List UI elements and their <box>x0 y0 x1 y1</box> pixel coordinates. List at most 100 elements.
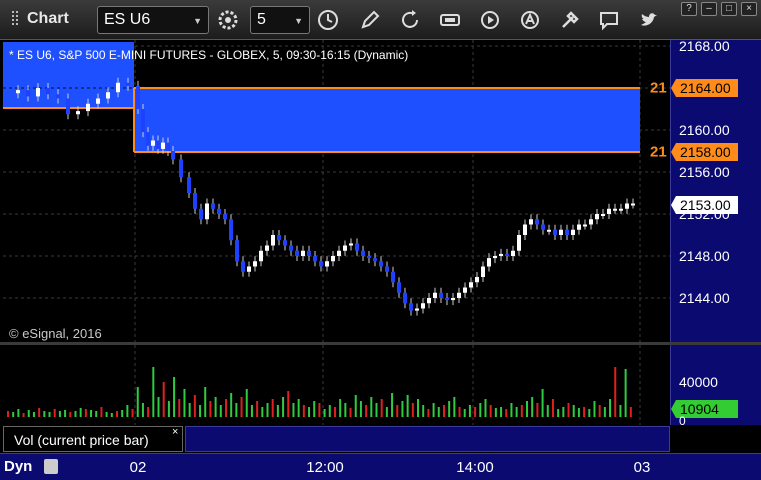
toolbar: Chart ES U6 ▼ 5 ▼ ? – □ × <box>0 0 761 40</box>
get-icon[interactable] <box>438 8 462 32</box>
clock-icon[interactable] <box>316 8 340 32</box>
candle-body <box>331 256 335 262</box>
maximize-button[interactable]: □ <box>721 2 737 16</box>
candle-body <box>595 214 599 220</box>
grip-icon[interactable] <box>5 10 23 28</box>
candle-body <box>505 253 509 256</box>
volume-bar <box>619 405 622 417</box>
candle-body <box>631 203 635 206</box>
alert-icon[interactable] <box>518 8 542 32</box>
volume-bar <box>115 411 118 417</box>
candle-body <box>571 229 575 235</box>
volume-bar <box>551 399 554 417</box>
volume-bar <box>557 409 560 417</box>
current-price-tag-text: 2153.00 <box>680 197 731 213</box>
volume-bar <box>313 401 316 417</box>
volume-bar <box>64 410 67 417</box>
dyn-button[interactable]: Dyn <box>4 458 32 475</box>
candle-body <box>535 219 539 225</box>
candle-body <box>141 109 145 133</box>
volume-bar <box>520 405 523 417</box>
price-range-box <box>134 88 640 152</box>
interval-select[interactable]: 5 ▼ <box>250 6 310 34</box>
volume-bar <box>515 407 518 417</box>
volume-bar <box>271 399 274 417</box>
volume-bar <box>261 407 264 417</box>
app-title[interactable]: Chart <box>5 10 69 28</box>
volume-bar <box>505 409 508 417</box>
time-label: 02 <box>129 459 147 476</box>
candle-body <box>211 203 215 209</box>
draw-pencil-icon[interactable] <box>358 8 382 32</box>
settings-gear-icon[interactable] <box>216 8 240 32</box>
twitter-icon[interactable] <box>637 8 661 32</box>
comment-icon[interactable] <box>597 8 621 32</box>
candle-body <box>259 250 263 262</box>
volume-axis[interactable]: 40000 10904 0 <box>670 345 761 428</box>
volume-bar <box>240 397 243 417</box>
candle-body <box>457 292 461 298</box>
candle-body <box>355 243 359 251</box>
candle-body <box>301 250 305 256</box>
candle-body <box>481 266 485 277</box>
candle-body <box>26 90 30 97</box>
upper-level-tag-text: 2164.00 <box>680 80 731 96</box>
candle-body <box>565 229 569 235</box>
volume-bar <box>453 397 456 417</box>
volume-bar <box>432 403 435 417</box>
close-button[interactable]: × <box>741 2 757 16</box>
volume-chart-svg <box>7 345 641 425</box>
volume-bar <box>593 401 596 417</box>
candle-body <box>367 256 371 259</box>
candle-body <box>241 261 245 272</box>
chart-title: * ES U6, S&P 500 E-MINI FUTURES - GLOBEX… <box>9 48 409 62</box>
volume-bar <box>427 409 430 417</box>
candle-body <box>199 208 203 220</box>
volume-bar <box>147 407 150 417</box>
candle-body <box>499 253 503 256</box>
minimize-button[interactable]: – <box>701 2 717 16</box>
tools-icon[interactable] <box>558 8 582 32</box>
candle-body <box>161 142 165 149</box>
candle-body <box>433 292 437 298</box>
play-icon[interactable] <box>478 8 502 32</box>
volume-pane[interactable] <box>3 345 670 425</box>
volume-bar <box>417 399 420 417</box>
volume-bar <box>442 405 445 417</box>
help-button[interactable]: ? <box>681 2 697 16</box>
volume-bar <box>235 403 238 417</box>
volume-bar <box>406 395 409 417</box>
price-chart-pane[interactable]: * ES U6, S&P 500 E-MINI FUTURES - GLOBEX… <box>3 40 670 342</box>
candle-body <box>511 250 515 256</box>
candle-body <box>529 219 533 225</box>
volume-bar <box>359 401 362 417</box>
volume-bar <box>32 412 35 417</box>
volume-study-label[interactable]: Vol (current price bar) <box>3 426 183 452</box>
price-axis[interactable]: 2168.00 2160.00 2156.00 2152.00 2148.00 … <box>670 38 761 342</box>
volume-bar <box>328 405 331 417</box>
volume-zero-label: 0 <box>679 414 686 428</box>
candle-body <box>56 94 60 99</box>
volume-bar <box>474 407 477 417</box>
candle-body <box>235 240 239 262</box>
volume-bar <box>58 411 61 417</box>
volume-bar <box>100 407 103 417</box>
volume-bar <box>484 399 487 417</box>
candle-body <box>391 271 395 283</box>
time-axis[interactable]: Dyn 02 12:00 14:00 03 <box>0 453 761 480</box>
volume-bar <box>188 403 191 417</box>
volume-bar <box>583 407 586 417</box>
refresh-icon[interactable] <box>398 8 422 32</box>
volume-bar <box>308 407 311 417</box>
volume-bar <box>302 405 305 417</box>
candle-body <box>349 243 353 246</box>
symbol-select[interactable]: ES U6 ▼ <box>97 6 209 34</box>
close-study-button[interactable]: × <box>172 426 178 438</box>
candle-body <box>66 98 70 115</box>
lock-icon[interactable] <box>44 459 58 474</box>
candle-body <box>559 229 563 235</box>
volume-bar <box>53 409 56 417</box>
volume-bar <box>199 405 202 417</box>
volume-bar <box>531 397 534 417</box>
volume-bar <box>173 377 176 417</box>
